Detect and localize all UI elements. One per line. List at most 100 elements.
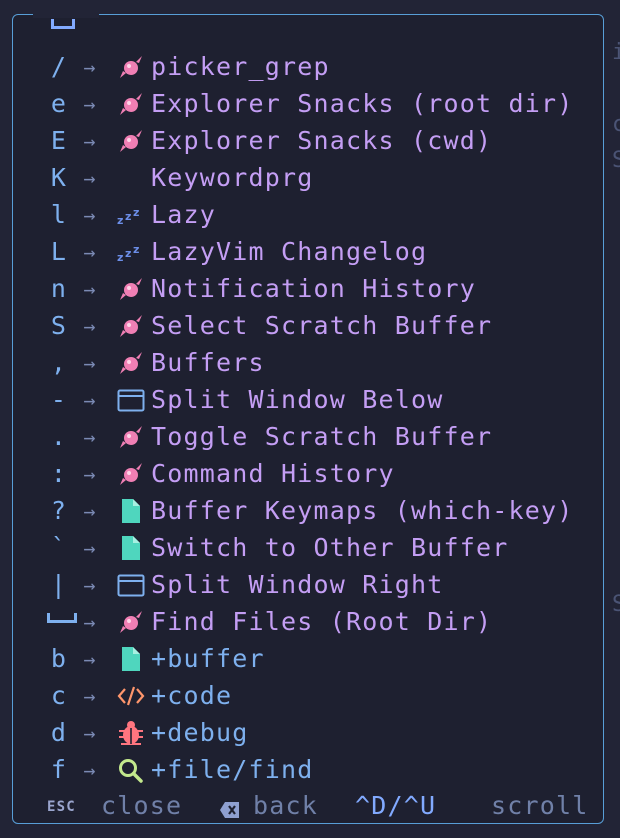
keymap-label[interactable]: picker_grep (151, 52, 330, 81)
keymap-key: S (50, 311, 68, 340)
keymap-label[interactable]: Command History (151, 459, 395, 488)
back-hint[interactable]: back (253, 791, 318, 820)
keymap-key: . (50, 422, 68, 451)
arrow-icon: → (83, 535, 97, 560)
keymap-label[interactable]: Keywordprg (151, 163, 314, 192)
keymap-label[interactable]: Lazy (151, 200, 216, 229)
candy-icon (117, 423, 145, 451)
keymap-row[interactable]: , → Buffers (13, 344, 613, 381)
file-icon (117, 534, 145, 562)
keymap-row[interactable]: E → Explorer Snacks (cwd) (13, 122, 613, 159)
background-glyph: c (612, 112, 620, 137)
keymap-key: ` (50, 533, 68, 562)
keymap-label[interactable]: Notification History (151, 274, 476, 303)
arrow-icon: → (83, 646, 97, 671)
candy-icon (117, 460, 145, 488)
keymap-row[interactable]: e → Explorer Snacks (root dir) (13, 85, 613, 122)
file-icon (117, 497, 145, 525)
arrow-icon: → (83, 239, 97, 264)
keymap-key: L (50, 237, 68, 266)
keymap-label[interactable]: Select Scratch Buffer (151, 311, 492, 340)
bug-icon (117, 719, 145, 747)
keymap-label[interactable]: Split Window Right (151, 570, 444, 599)
svg-text:z: z (117, 251, 125, 264)
candy-icon (117, 275, 145, 303)
arrow-icon: → (83, 350, 97, 375)
arrow-icon: → (83, 313, 97, 338)
keymap-label[interactable]: Switch to Other Buffer (151, 533, 509, 562)
keymap-row[interactable]: S → Select Scratch Buffer (13, 307, 613, 344)
keymap-label[interactable]: LazyVim Changelog (151, 237, 427, 266)
candy-icon (117, 90, 145, 118)
arrow-icon: → (83, 91, 97, 116)
candy-icon (117, 349, 145, 377)
keymap-key: b (50, 644, 68, 673)
keymap-key: K (50, 163, 68, 192)
arrow-icon: → (83, 498, 97, 523)
candy-icon (117, 127, 145, 155)
keymap-label[interactable]: Find Files (Root Dir) (151, 607, 492, 636)
backspace-icon[interactable] (219, 796, 241, 825)
keymap-key: f (50, 755, 68, 784)
keymap-key: ? (50, 496, 68, 525)
keymap-row[interactable]: n → Notification History (13, 270, 613, 307)
file-icon (117, 645, 145, 673)
keymap-row[interactable]: ` → Switch to Other Buffer (13, 529, 613, 566)
keymap-row[interactable]: b → +buffer (13, 640, 613, 677)
keymap-row[interactable]: d → +debug (13, 714, 613, 751)
svg-text:z: z (133, 243, 141, 256)
arrow-icon: → (83, 720, 97, 745)
sleep-icon: z z z (117, 238, 145, 266)
keymap-key: d (50, 718, 68, 747)
svg-text:z: z (133, 206, 141, 219)
arrow-icon: → (83, 572, 97, 597)
keymap-key: , (50, 348, 68, 377)
scroll-keys[interactable]: ^D/^U (355, 791, 436, 820)
keymap-row[interactable]: l → z z z Lazy (13, 196, 613, 233)
keymap-key: / (50, 52, 68, 81)
keymap-row[interactable]: / → picker_grep (13, 48, 613, 85)
space-key-icon (47, 613, 77, 623)
keymap-row[interactable]: L → z z z LazyVim Changelog (13, 233, 613, 270)
keymap-key: l (50, 200, 68, 229)
keymap-key: - (50, 385, 68, 414)
arrow-icon: → (83, 683, 97, 708)
arrow-icon: → (83, 276, 97, 301)
keymap-label[interactable]: +debug (151, 718, 249, 747)
keymap-row[interactable]: . → Toggle Scratch Buffer (13, 418, 613, 455)
keymap-label[interactable]: Split Window Below (151, 385, 444, 414)
svg-text:z: z (117, 214, 125, 227)
keymap-label[interactable]: +file/find (151, 755, 314, 784)
keymap-key: : (50, 459, 68, 488)
arrow-icon: → (83, 387, 97, 412)
keymap-row[interactable]: ? → Buffer Keymaps (which-key) (13, 492, 613, 529)
background-glyph: S (612, 592, 620, 617)
arrow-icon: → (83, 128, 97, 153)
keymap-key: e (50, 89, 68, 118)
close-hint[interactable]: close (101, 791, 182, 820)
keymap-label[interactable]: Explorer Snacks (root dir) (151, 89, 574, 118)
keymap-label[interactable]: +code (151, 681, 232, 710)
esc-key-label[interactable]: ESC (47, 799, 76, 815)
keymap-label[interactable]: +buffer (151, 644, 265, 673)
keymap-row[interactable]: → Find Files (Root Dir) (13, 603, 613, 640)
keymap-row[interactable]: - → Split Window Below (13, 381, 613, 418)
arrow-icon: → (83, 202, 97, 227)
background-glyph: i (612, 40, 620, 65)
keymap-label[interactable]: Explorer Snacks (cwd) (151, 126, 492, 155)
candy-icon (117, 53, 145, 81)
arrow-icon: → (83, 54, 97, 79)
keymap-row[interactable]: c → +code (13, 677, 613, 714)
keymap-row[interactable]: | → Split Window Right (13, 566, 613, 603)
scroll-hint[interactable]: scroll (491, 791, 589, 820)
search-icon (117, 756, 145, 784)
candy-icon (117, 608, 145, 636)
keymap-row[interactable]: : → Command History (13, 455, 613, 492)
keymap-row[interactable]: f → +file/find (13, 751, 613, 788)
keymap-key: n (50, 274, 68, 303)
which-key-popup: / → picker_grepe → Explorer Snacks (root d… (12, 12, 604, 825)
keymap-row[interactable]: K → Keywordprg (13, 159, 613, 196)
keymap-label[interactable]: Buffer Keymaps (which-key) (151, 496, 574, 525)
keymap-label[interactable]: Toggle Scratch Buffer (151, 422, 492, 451)
keymap-label[interactable]: Buffers (151, 348, 265, 377)
